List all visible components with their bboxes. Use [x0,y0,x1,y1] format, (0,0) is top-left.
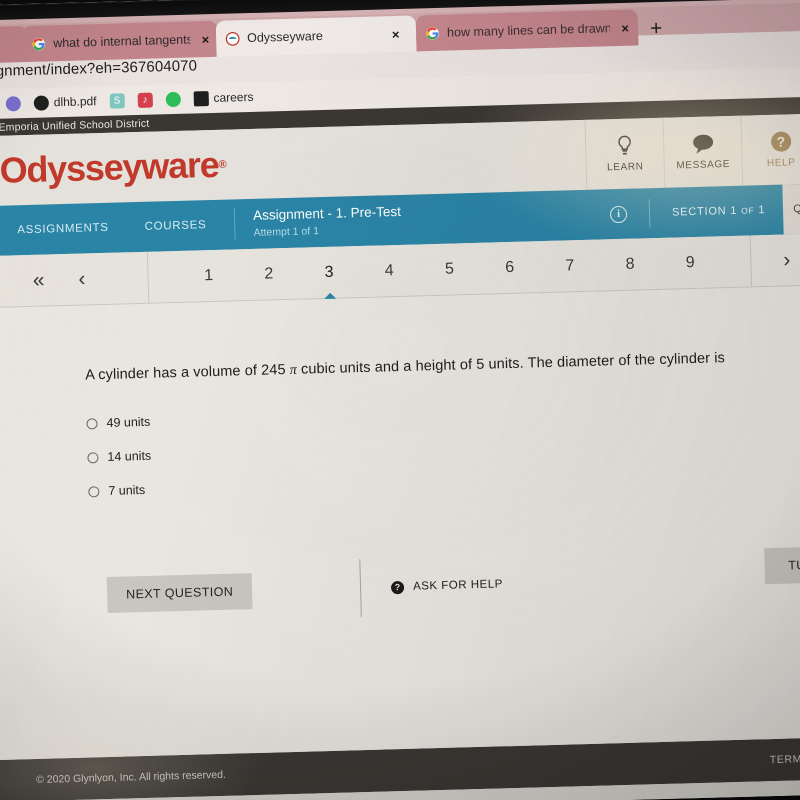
message-label: MESSAGE [676,158,731,172]
nav-divider [648,199,651,228]
speech-bubble-icon [690,132,715,155]
bookmark-sheets[interactable]: S [109,92,125,109]
pager-page-8[interactable]: 8 [625,255,634,273]
info-icon[interactable]: i [609,205,628,223]
section-of: OF [740,205,755,216]
tab-close-icon[interactable]: × [621,20,629,35]
assignment-label: Assignment [252,205,324,223]
district-name: Emporia Unified School District [0,117,150,134]
pager-page-1[interactable]: 1 [204,267,213,285]
assignment-name: - 1. Pre-Test [323,203,402,221]
tab-title: how many lines can be drawn in [446,21,611,40]
next-question-button[interactable]: NEXT QUESTION [106,573,253,613]
pager-page-2[interactable]: 2 [264,265,273,283]
terms-link[interactable]: TERMS O [770,753,800,766]
assignment-info: Assignment - 1. Pre-Test Attempt 1 of 1 [233,203,402,241]
logo-text: Odysseyware [0,143,220,191]
spotify-icon [165,91,181,107]
turn-in-button[interactable]: TURN [763,545,800,585]
bookmark-careers[interactable]: careers [193,89,254,106]
pager-page-6[interactable]: 6 [505,258,514,276]
globe-icon [33,94,50,111]
pager-page-4[interactable]: 4 [385,262,394,280]
bookmark-spotify[interactable] [165,91,181,107]
letter-s-icon: S [109,92,125,109]
assignment-attempt: Attempt 1 of 1 [253,225,320,239]
question-tab[interactable]: QU [782,183,800,235]
google-icon [31,36,46,51]
pager-arrows: « ‹ [0,251,150,308]
registered-mark: ® [218,158,226,171]
folder-icon [193,90,209,106]
bookmark-dlhb-pdf[interactable]: dlhb.pdf [33,94,97,111]
pager-page-7[interactable]: 7 [565,257,574,275]
question-circle-icon: ? [769,130,792,153]
ask-for-help-label: ASK FOR HELP [412,578,503,593]
browser-tab-1[interactable]: what do internal tangents look li × [21,20,219,63]
answer-option-label: 14 units [107,448,152,464]
tab-close-icon[interactable]: × [392,26,400,41]
tab-title: what do internal tangents look li [53,32,191,51]
pager-prev-button[interactable]: ‹ [78,267,86,291]
answer-option-label: 7 units [108,482,146,498]
action-divider [359,559,362,618]
pager-page-9[interactable]: 9 [686,253,695,271]
pager-next-button[interactable]: › [749,233,800,287]
pager-first-button[interactable]: « [32,268,44,292]
navbar-right: i SECTION 1 OF 1 QU [609,183,800,240]
svg-text:?: ? [776,133,786,149]
nav-assignments[interactable]: ASSIGNMENTS [0,221,127,236]
tab-close-icon[interactable]: × [201,32,209,47]
section-label: SECTION 1 [671,204,738,219]
question-text: A cylinder has a volume of 245 π cubic u… [0,347,800,387]
ask-for-help-button[interactable]: ? ASK FOR HELP [390,578,503,594]
learn-button[interactable]: LEARN [584,117,665,190]
question-content: A cylinder has a volume of 245 π cubic u… [0,285,800,761]
lightbulb-icon [616,135,634,157]
question-text-part2: cubic units and a height of 5 units. The… [296,350,726,378]
learn-label: LEARN [606,161,644,174]
google-icon [425,25,440,40]
action-bar: NEXT QUESTION ? ASK FOR HELP TURN [0,540,800,633]
nav-courses[interactable]: COURSES [126,219,224,234]
tab-title: Odysseyware [246,28,324,45]
messenger-icon [5,95,22,112]
music-note-icon: ♪ [137,92,153,108]
odysseyware-icon [225,31,240,46]
radio-button[interactable] [88,485,100,497]
question-mark-icon: ? [390,580,405,594]
browser-tab-2[interactable]: Odysseyware × [215,15,417,57]
answer-options: 49 units 14 units 7 units [0,386,800,511]
bookmark-messenger[interactable] [5,95,22,112]
assignment-title: Assignment - 1. Pre-Test [253,204,401,225]
question-text-part1: A cylinder has a volume of 245 [85,361,290,384]
bookmark-music[interactable]: ♪ [137,92,153,108]
screen-photo: Fl × what do internal tangents look li ×… [0,0,800,800]
help-button[interactable]: ? HELP [740,113,800,186]
section-total: 1 [758,204,766,217]
message-button[interactable]: MESSAGE [662,115,743,188]
bookmark-label: dlhb.pdf [53,94,97,110]
answer-option-label: 49 units [106,414,151,430]
new-tab-button[interactable]: + [650,17,663,41]
radio-button[interactable] [87,451,99,463]
pager-page-3[interactable]: 3 [324,263,333,281]
copyright-text: © 2020 Glynlyon, Inc. All rights reserve… [35,768,227,786]
chromebook-screen: Fl × what do internal tangents look li ×… [0,0,800,800]
section-indicator: SECTION 1 OF 1 [672,204,766,219]
radio-button[interactable] [86,417,98,429]
bookmark-label: careers [213,89,254,105]
help-label: HELP [766,157,796,169]
browser-tab-3[interactable]: how many lines can be drawn in × [415,9,639,52]
pager-page-5[interactable]: 5 [445,260,454,278]
